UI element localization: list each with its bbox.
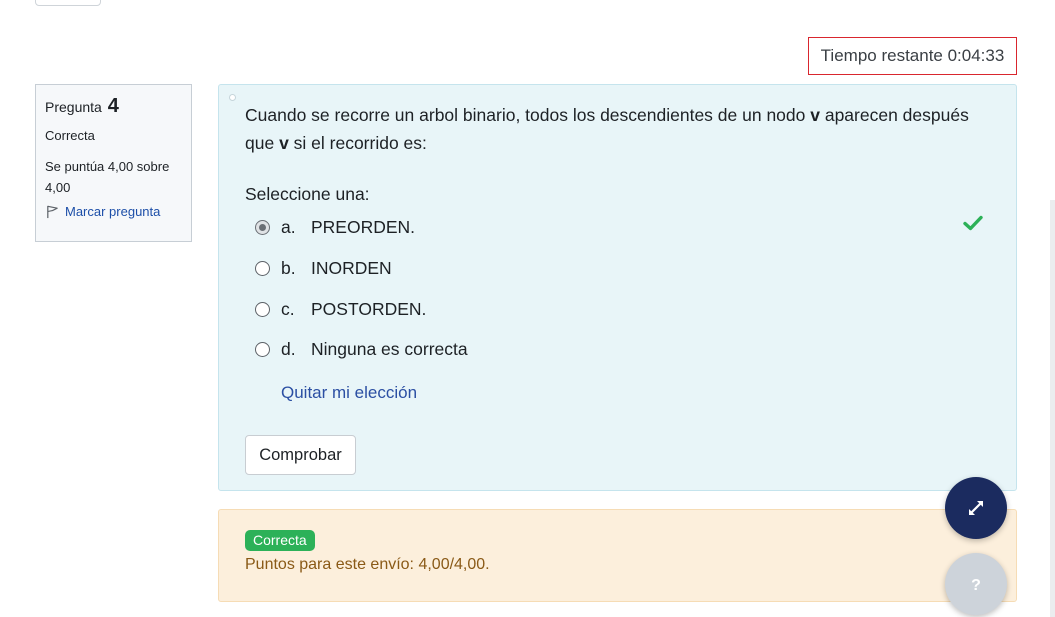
question-number-value: 4 xyxy=(107,95,119,117)
answer-option-b[interactable]: b. INORDEN xyxy=(255,258,392,279)
flag-icon xyxy=(47,205,58,219)
question-state: Correcta xyxy=(45,128,95,143)
check-button[interactable]: Comprobar xyxy=(245,435,356,475)
question-info-panel: Pregunta 4 Correcta Se puntúa 4,00 sobre… xyxy=(35,84,192,242)
answer-letter: d. xyxy=(281,339,296,359)
flag-question-label: Marcar pregunta xyxy=(65,204,161,219)
question-marker xyxy=(229,94,236,101)
answer-letter: c. xyxy=(281,299,295,319)
expand-button[interactable] xyxy=(945,477,1007,539)
points-text: Puntos para este envío: 4,00/4,00. xyxy=(245,556,490,573)
scrollbar-track[interactable] xyxy=(1050,200,1055,617)
question-number: Pregunta 4 xyxy=(45,95,119,117)
top-button-stub[interactable] xyxy=(35,0,101,6)
question-formulation: Cuando se recorre un arbol binario, todo… xyxy=(218,84,1017,491)
answer-text: PREORDEN. xyxy=(311,217,416,237)
question-text: Cuando se recorre un arbol binario, todo… xyxy=(245,105,969,153)
answer-text: INORDEN xyxy=(311,258,392,278)
clear-choice-link[interactable]: Quitar mi elección xyxy=(281,383,417,403)
timer-label: Tiempo restante 0:04:33 xyxy=(820,46,1005,65)
flag-question-link[interactable]: Marcar pregunta xyxy=(45,204,182,219)
question-grade: Se puntúa 4,00 sobre 4,00 xyxy=(45,159,170,195)
radio-c[interactable] xyxy=(255,302,270,317)
status-badge: Correcta xyxy=(245,530,315,551)
radio-a[interactable] xyxy=(255,220,270,235)
outcome-panel: Correcta Puntos para este envío: 4,00/4,… xyxy=(218,509,1017,602)
radio-b[interactable] xyxy=(255,261,270,276)
answer-text: Ninguna es correcta xyxy=(311,339,468,359)
radio-d[interactable] xyxy=(255,342,270,357)
answer-option-d[interactable]: d. Ninguna es correcta xyxy=(255,339,468,360)
answer-letter: b. xyxy=(281,258,296,278)
answer-option-a[interactable]: a. PREORDEN. xyxy=(255,217,415,238)
help-button[interactable]: ? xyxy=(945,553,1007,615)
answer-prompt: Seleccione una: xyxy=(245,184,370,204)
expand-icon xyxy=(969,501,983,515)
answer-text: POSTORDEN. xyxy=(311,299,427,319)
answer-letter: a. xyxy=(281,217,296,237)
check-icon xyxy=(963,215,983,231)
quiz-timer: Tiempo restante 0:04:33 xyxy=(808,37,1017,75)
help-icon: ? xyxy=(971,577,981,594)
answer-option-c[interactable]: c. POSTORDEN. xyxy=(255,299,426,320)
